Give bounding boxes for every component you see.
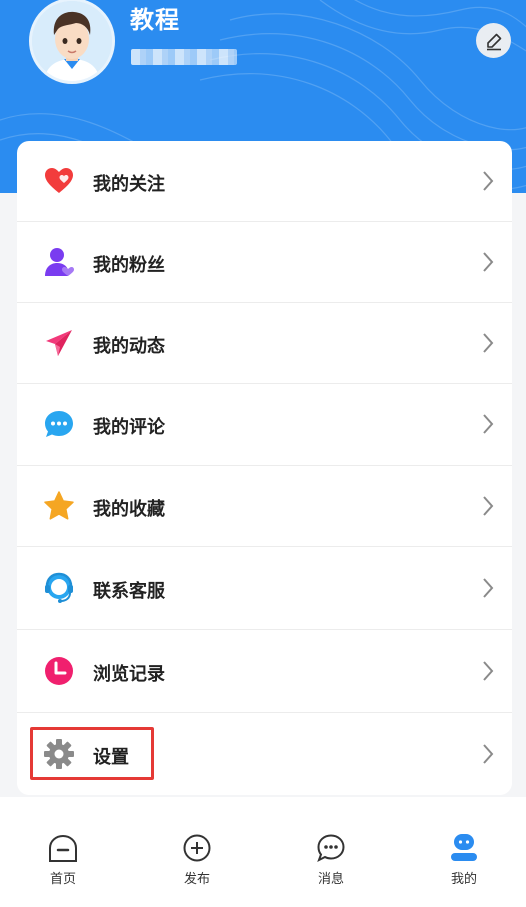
tab-label: 首页 bbox=[49, 872, 76, 887]
star-icon bbox=[43, 490, 75, 522]
tab-mine[interactable]: 我的 bbox=[429, 832, 499, 887]
settings-highlight-box bbox=[30, 727, 154, 780]
menu-item-label: 我的评论 bbox=[93, 417, 165, 438]
headset-icon bbox=[43, 572, 75, 604]
heart-icon bbox=[43, 165, 75, 197]
menu-item-label: 我的粉丝 bbox=[93, 255, 165, 276]
chevron-right-icon bbox=[483, 496, 494, 516]
tab-publish[interactable]: 发布 bbox=[162, 832, 232, 887]
menu-card: 我的关注 我的粉丝 我的动态 我的评论 我的收藏 联系客服 浏览记录 设置 bbox=[17, 141, 512, 795]
chevron-right-icon bbox=[483, 252, 494, 272]
menu-item-comments[interactable]: 我的评论 bbox=[17, 384, 512, 465]
avatar[interactable] bbox=[29, 0, 115, 84]
clock-icon bbox=[43, 655, 75, 687]
menu-item-following[interactable]: 我的关注 bbox=[17, 141, 512, 221]
menu-item-label: 我的动态 bbox=[93, 336, 165, 357]
user-heart-icon bbox=[43, 246, 75, 278]
menu-item-label: 我的关注 bbox=[93, 174, 165, 195]
chat-bubble-icon bbox=[43, 408, 75, 440]
chevron-right-icon bbox=[483, 744, 494, 764]
plus-circle-icon bbox=[181, 832, 213, 864]
chevron-right-icon bbox=[483, 414, 494, 434]
tab-label: 消息 bbox=[317, 872, 344, 887]
chevron-right-icon bbox=[483, 333, 494, 353]
pencil-icon bbox=[486, 33, 501, 50]
menu-item-label: 浏览记录 bbox=[93, 664, 165, 685]
menu-item-posts[interactable]: 我的动态 bbox=[17, 303, 512, 383]
chevron-right-icon bbox=[483, 171, 494, 191]
chevron-right-icon bbox=[483, 661, 494, 681]
message-icon bbox=[315, 832, 347, 864]
chevron-right-icon bbox=[483, 578, 494, 598]
menu-item-label: 联系客服 bbox=[93, 581, 165, 602]
menu-item-label: 我的收藏 bbox=[93, 499, 165, 520]
menu-item-customer-service[interactable]: 联系客服 bbox=[17, 547, 512, 629]
profile-icon bbox=[448, 832, 480, 864]
tab-home[interactable]: 首页 bbox=[28, 832, 98, 887]
bottom-tab-bar: 首页 发布 消息 我的 bbox=[0, 797, 526, 907]
paper-plane-icon bbox=[43, 327, 75, 359]
menu-item-favorites[interactable]: 我的收藏 bbox=[17, 466, 512, 546]
username: 教程 bbox=[130, 6, 180, 34]
tab-messages[interactable]: 消息 bbox=[296, 832, 366, 887]
menu-item-fans[interactable]: 我的粉丝 bbox=[17, 222, 512, 302]
menu-item-history[interactable]: 浏览记录 bbox=[17, 630, 512, 712]
boy-avatar-icon bbox=[32, 1, 112, 81]
tab-label: 发布 bbox=[183, 872, 210, 887]
edit-profile-button[interactable] bbox=[476, 23, 511, 58]
user-id-masked bbox=[131, 49, 237, 65]
home-icon bbox=[47, 832, 79, 864]
tab-label: 我的 bbox=[450, 872, 477, 887]
